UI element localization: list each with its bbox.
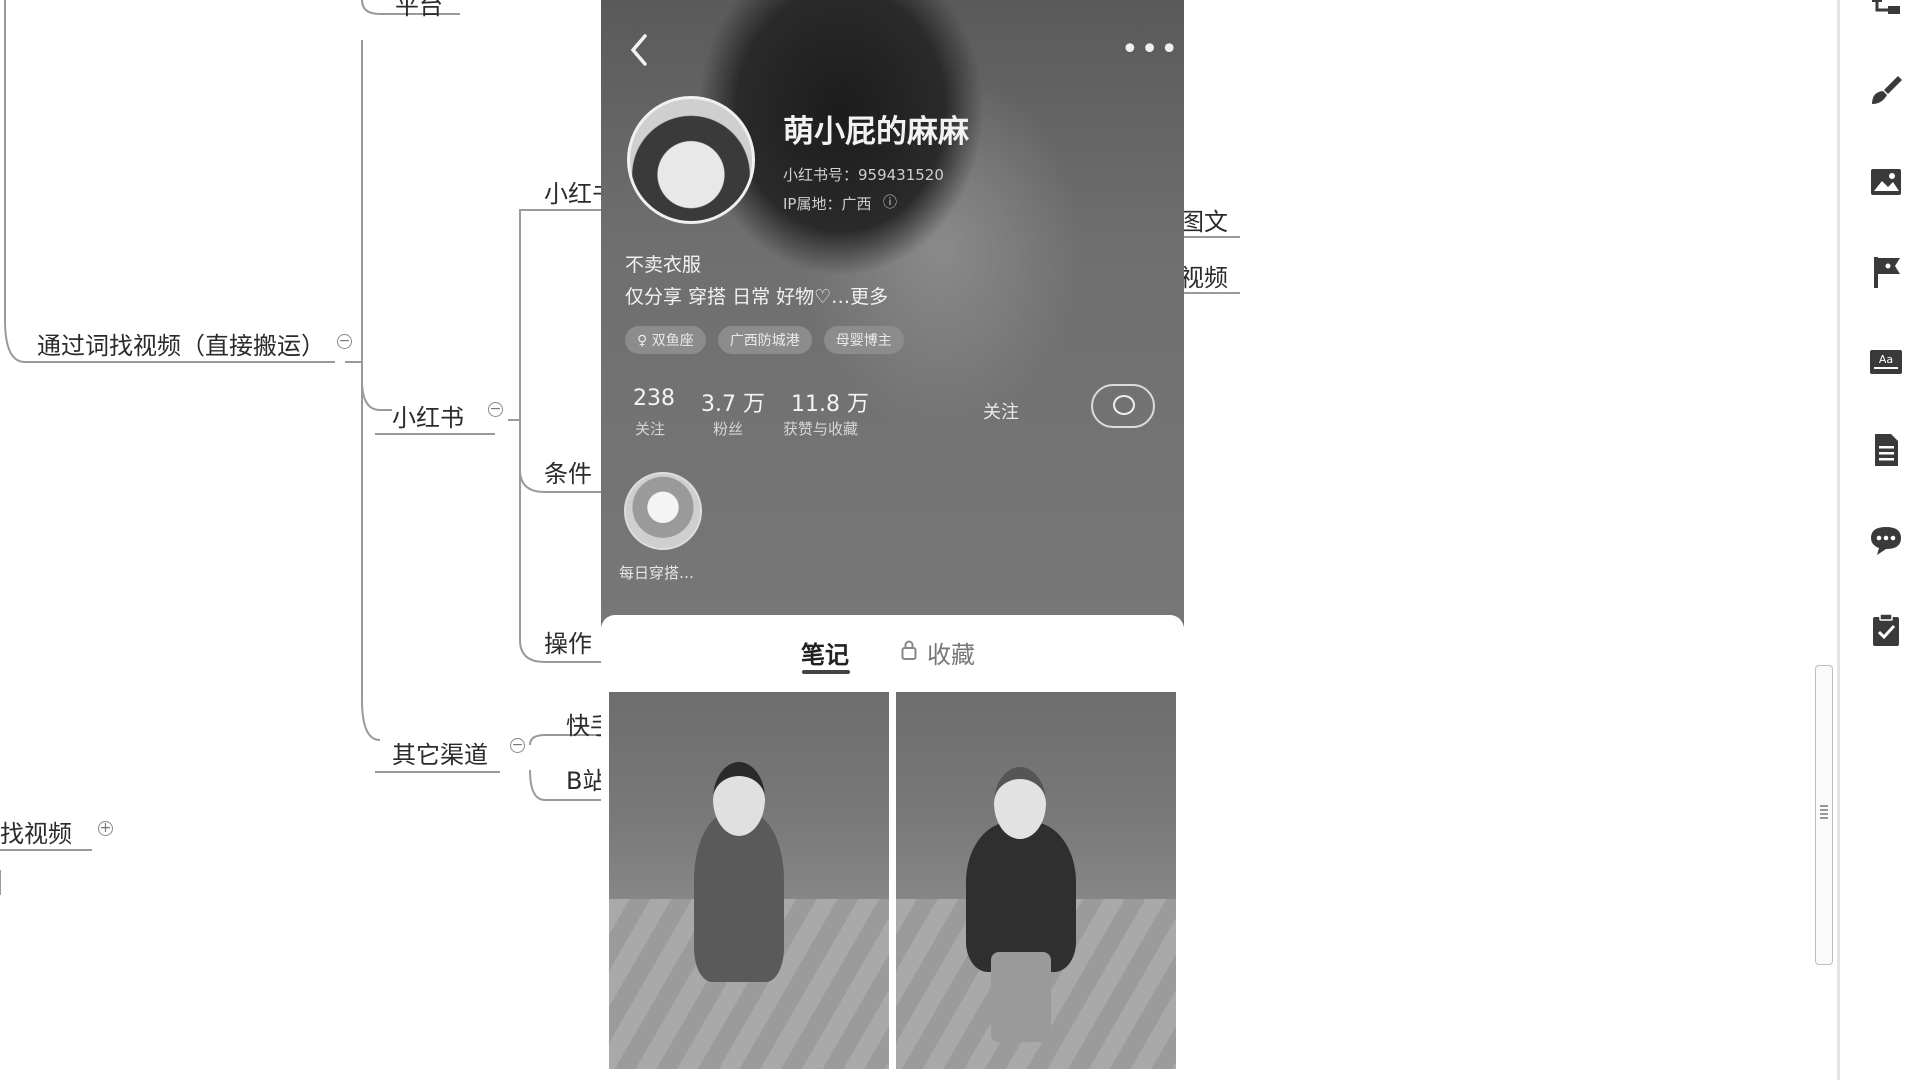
- active-tab-indicator: [802, 670, 850, 674]
- likes-count[interactable]: 11.8 万: [791, 386, 869, 418]
- text-icon[interactable]: Aa: [1868, 344, 1904, 380]
- bio-line-2[interactable]: 仅分享 穿搭 日常 好物♡…更多: [625, 282, 888, 309]
- mind-node-root-branch[interactable]: 通过词找视频（直接搬运）: [37, 326, 325, 361]
- mind-node-xiaohongshu[interactable]: 小红书: [392, 398, 464, 433]
- highlight-label[interactable]: 每日穿搭…: [619, 562, 694, 583]
- chevron-left-icon[interactable]: [627, 30, 653, 70]
- tab-collect[interactable]: 收藏: [901, 635, 975, 670]
- sidebar-divider: [1837, 0, 1840, 1080]
- mind-node-platform[interactable]: 平台: [395, 0, 443, 21]
- account-id: 小红书号：959431520: [783, 166, 944, 184]
- phone-profile-screenshot: ••• 萌小屁的麻麻 小红书号：959431520 IP属地：广西 ⓘ 不卖衣服…: [601, 0, 1184, 1080]
- note-card-2[interactable]: [896, 692, 1176, 1069]
- tag-category: 母婴博主: [823, 326, 904, 354]
- svg-text:Aa: Aa: [1879, 353, 1893, 366]
- expand-toggle-icon[interactable]: +: [98, 821, 113, 836]
- task-icon[interactable]: [1868, 612, 1904, 648]
- following-label: 关注: [635, 420, 666, 438]
- mind-node-other-channels[interactable]: 其它渠道: [392, 735, 488, 770]
- tag-zodiac: ♀ 双鱼座: [625, 326, 706, 354]
- mind-node-operation[interactable]: 操作: [544, 624, 592, 659]
- mind-node-image-text[interactable]: 图文: [1180, 202, 1228, 237]
- profile-tags: ♀ 双鱼座 广西防城港 母婴博主: [625, 326, 904, 354]
- message-button[interactable]: [1091, 384, 1155, 428]
- document-icon[interactable]: [1868, 432, 1904, 468]
- collapse-toggle-icon[interactable]: −: [488, 402, 503, 417]
- notes-panel: 笔记 收藏: [601, 615, 1184, 1080]
- mind-node-condition[interactable]: 条件: [544, 454, 592, 489]
- followers-label: 粉丝: [713, 420, 744, 438]
- info-icon[interactable]: ⓘ: [883, 192, 897, 212]
- follow-button[interactable]: 关注: [983, 398, 1019, 424]
- tag-location: 广西防城港: [717, 326, 812, 354]
- tab-notes[interactable]: 笔记: [801, 635, 849, 670]
- image-icon[interactable]: [1868, 164, 1904, 200]
- highlight-thumbnail[interactable]: [624, 472, 702, 550]
- note-card-1[interactable]: [609, 692, 889, 1069]
- comment-icon[interactable]: [1868, 522, 1904, 558]
- message-icon: [1113, 395, 1135, 415]
- profile-name: 萌小屁的麻麻: [783, 114, 969, 150]
- mind-node-video[interactable]: 视频: [1180, 258, 1228, 293]
- collapse-toggle-icon[interactable]: −: [337, 334, 352, 349]
- mind-node-find-video[interactable]: 找视频: [0, 814, 72, 849]
- avatar[interactable]: [627, 96, 755, 224]
- following-count[interactable]: 238: [633, 386, 675, 411]
- structure-icon[interactable]: [1868, 0, 1904, 22]
- flag-icon[interactable]: [1868, 254, 1904, 290]
- brush-icon[interactable]: [1868, 72, 1904, 108]
- followers-count[interactable]: 3.7 万: [701, 386, 765, 418]
- likes-label: 获赞与收藏: [783, 420, 859, 438]
- bio-line-1: 不卖衣服: [625, 254, 702, 276]
- more-icon[interactable]: •••: [1121, 35, 1180, 65]
- collapse-toggle-icon[interactable]: −: [510, 738, 525, 753]
- scrollbar-grip[interactable]: [1820, 805, 1828, 819]
- ip-location: IP属地：广西: [783, 195, 872, 213]
